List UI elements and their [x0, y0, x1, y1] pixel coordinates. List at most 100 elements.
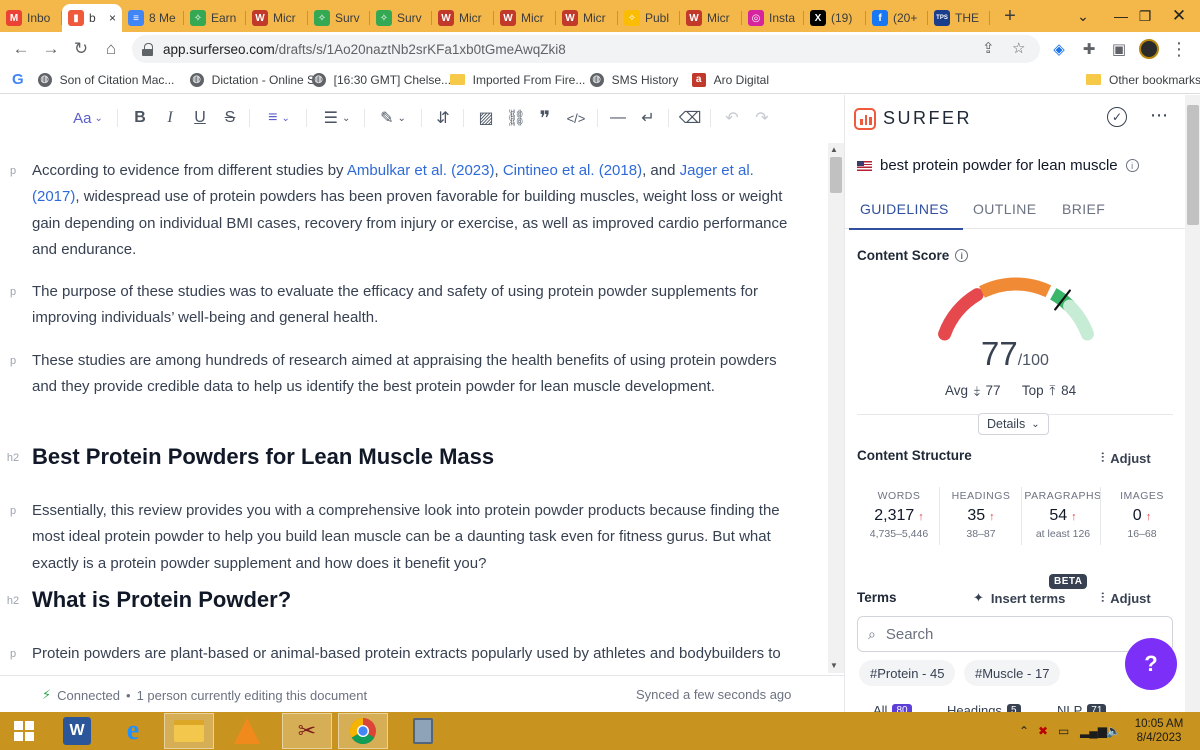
citation-link[interactable]: Ambulkar et al. (2023) — [347, 162, 495, 179]
taskbar-file-explorer[interactable] — [164, 713, 214, 749]
bookmark-item[interactable]: ◍ Son of Citation Mac... — [30, 72, 182, 87]
check-circle-icon[interactable]: ✓ — [1107, 107, 1127, 127]
address-bar[interactable]: app.surferseo.com/drafts/s/1Ao20naztNb2s… — [132, 35, 1040, 63]
tray-volume-icon[interactable]: 🔈 — [1106, 724, 1121, 738]
extension-icon[interactable]: ◈ — [1047, 37, 1071, 61]
strikethrough-button[interactable]: S — [220, 107, 240, 129]
insert-terms-button[interactable]: ✦ Insert terms — [973, 590, 1065, 606]
more-options-icon[interactable]: ⋯ — [1150, 105, 1168, 126]
code-icon[interactable]: </> — [565, 107, 587, 129]
forward-button[interactable]: → — [36, 34, 66, 64]
taskbar-calculator[interactable] — [398, 713, 448, 749]
terms-adjust-button[interactable]: ⫶ Adjust — [1101, 590, 1151, 606]
clear-formatting-icon[interactable]: ⌫ — [679, 107, 702, 129]
browser-tab[interactable]: W Micr — [246, 4, 308, 32]
reload-button[interactable]: ↻ — [66, 34, 96, 64]
underline-button[interactable]: U — [190, 107, 210, 129]
restore-button[interactable]: ❐ — [1126, 0, 1164, 32]
close-tab-icon[interactable]: × — [109, 11, 116, 25]
tab-brief[interactable]: BRIEF — [1062, 201, 1105, 217]
taskbar-internet-explorer[interactable]: e — [108, 713, 158, 749]
browser-tab-active[interactable]: ▮ b × — [62, 4, 122, 32]
editor-scrollbar[interactable] — [828, 143, 844, 673]
line-break-icon[interactable]: ↵ — [638, 107, 658, 129]
browser-tab[interactable]: ≡ 8 Me — [122, 4, 184, 32]
system-clock[interactable]: 10:05 AM 8/4/2023 — [1128, 717, 1190, 745]
bold-button[interactable]: B — [130, 107, 150, 129]
list-button[interactable]: ☰ ⌄ — [318, 107, 356, 129]
filter-nlp[interactable]: NLP 71 — [1057, 703, 1107, 712]
home-button[interactable]: ⌂ — [96, 34, 126, 64]
side-panel-icon[interactable]: ▣ — [1107, 37, 1131, 61]
horizontal-rule-icon[interactable]: — — [608, 107, 628, 129]
bookmark-item[interactable]: ◍ [16:30 GMT] Chelse... — [304, 72, 451, 87]
browser-tab[interactable]: TPS THE — [928, 4, 990, 32]
info-icon[interactable]: i — [955, 249, 969, 262]
browser-tab[interactable]: ✧ Surv — [308, 4, 370, 32]
info-icon[interactable]: i — [1125, 159, 1139, 172]
align-button[interactable]: ≡ ⌄ — [260, 107, 298, 129]
quote-icon[interactable]: ❞ — [535, 107, 555, 130]
extensions-puzzle-icon[interactable]: ✚ — [1077, 37, 1101, 61]
highlight-button[interactable]: ✎ ⌄ — [374, 107, 412, 129]
taskbar-chrome[interactable] — [338, 713, 388, 749]
tab-search-chevron-icon[interactable]: ⌄ — [1064, 0, 1102, 32]
document-body[interactable]: p According to evidence from different st… — [0, 143, 828, 673]
editor-scroll-thumb[interactable] — [830, 157, 842, 193]
bookmark-item[interactable]: Imported From Fire... — [442, 73, 585, 87]
browser-tab[interactable]: X (19) — [804, 4, 866, 32]
arrow-up-icon: ↑ — [918, 511, 924, 523]
tab-outline[interactable]: OUTLINE — [973, 201, 1036, 217]
tray-monitor-icon[interactable]: ▭ — [1058, 724, 1069, 738]
browser-tab[interactable]: W Micr — [432, 4, 494, 32]
tray-signal-icon[interactable]: ▂▄▆ — [1080, 724, 1107, 738]
close-window-button[interactable]: ✕ — [1160, 0, 1198, 32]
back-button[interactable]: ← — [6, 34, 36, 64]
browser-tab[interactable]: ◎ Insta — [742, 4, 804, 32]
citation-link[interactable]: Cintineo et al. (2018) — [503, 162, 642, 179]
link-icon[interactable]: ⛓ — [506, 107, 526, 129]
redo-icon[interactable]: ↷ — [752, 107, 772, 129]
details-button[interactable]: Details ⌄ — [978, 413, 1049, 435]
taskbar-vlc[interactable] — [222, 713, 272, 749]
share-icon[interactable]: ⇪ — [982, 39, 995, 57]
font-style-button[interactable]: Aa ⌄ — [70, 107, 106, 129]
tab-guidelines[interactable]: GUIDELINES — [860, 201, 949, 217]
browser-tab[interactable]: ✧ Surv — [370, 4, 432, 32]
other-bookmarks[interactable]: Other bookmarks — [1078, 73, 1200, 87]
bookmark-item[interactable]: a Aro Digital — [684, 72, 784, 87]
line-spacing-icon[interactable]: ⇵ — [433, 107, 453, 129]
bookmark-star-icon[interactable]: ☆ — [1012, 39, 1025, 57]
browser-tab[interactable]: ✧ Earn — [184, 4, 246, 32]
taskbar-word[interactable]: W — [52, 713, 102, 749]
undo-icon[interactable]: ↶ — [722, 107, 742, 129]
start-button[interactable] — [0, 713, 48, 749]
browser-tab[interactable]: ✧ Publ — [618, 4, 680, 32]
new-tab-button[interactable]: + — [994, 2, 1026, 30]
filter-headings[interactable]: Headings 5 — [947, 703, 1021, 712]
taskbar-snipping-tool[interactable]: ✂ — [282, 713, 332, 749]
browser-tab[interactable]: W Micr — [494, 4, 556, 32]
browser-tab[interactable]: M Inbo — [0, 4, 62, 32]
help-button[interactable]: ? — [1125, 638, 1177, 690]
structure-adjust-button[interactable]: ⫶ Adjust — [1101, 450, 1151, 466]
profile-avatar[interactable] — [1137, 37, 1161, 61]
scroll-down-arrow-icon[interactable]: ▼ — [830, 661, 838, 670]
terms-search-input[interactable]: ⌕ Search — [857, 616, 1173, 652]
chrome-menu-icon[interactable]: ⋮ — [1167, 37, 1191, 61]
browser-tab[interactable]: f (20+ — [866, 4, 928, 32]
browser-tab[interactable]: W Micr — [680, 4, 742, 32]
panel-scroll-thumb[interactable] — [1187, 105, 1199, 225]
bookmark-item[interactable]: ◍ Dictation - Online S... — [182, 72, 325, 87]
topic-chip[interactable]: #Muscle - 17 — [964, 660, 1061, 686]
italic-button[interactable]: I — [160, 107, 180, 129]
scroll-up-arrow-icon[interactable]: ▲ — [830, 145, 838, 154]
image-icon[interactable]: ▨ — [476, 107, 496, 129]
topic-chip[interactable]: #Protein - 45 — [859, 660, 956, 686]
google-bookmark[interactable]: G — [0, 71, 30, 88]
bookmark-item[interactable]: ◍ SMS History — [582, 72, 684, 87]
browser-tab[interactable]: W Micr — [556, 4, 618, 32]
filter-all[interactable]: All 80 — [873, 703, 912, 712]
tray-network-warning-icon[interactable]: ✖ — [1038, 724, 1048, 738]
tray-chevron-icon[interactable]: ⌃ — [1019, 724, 1029, 738]
